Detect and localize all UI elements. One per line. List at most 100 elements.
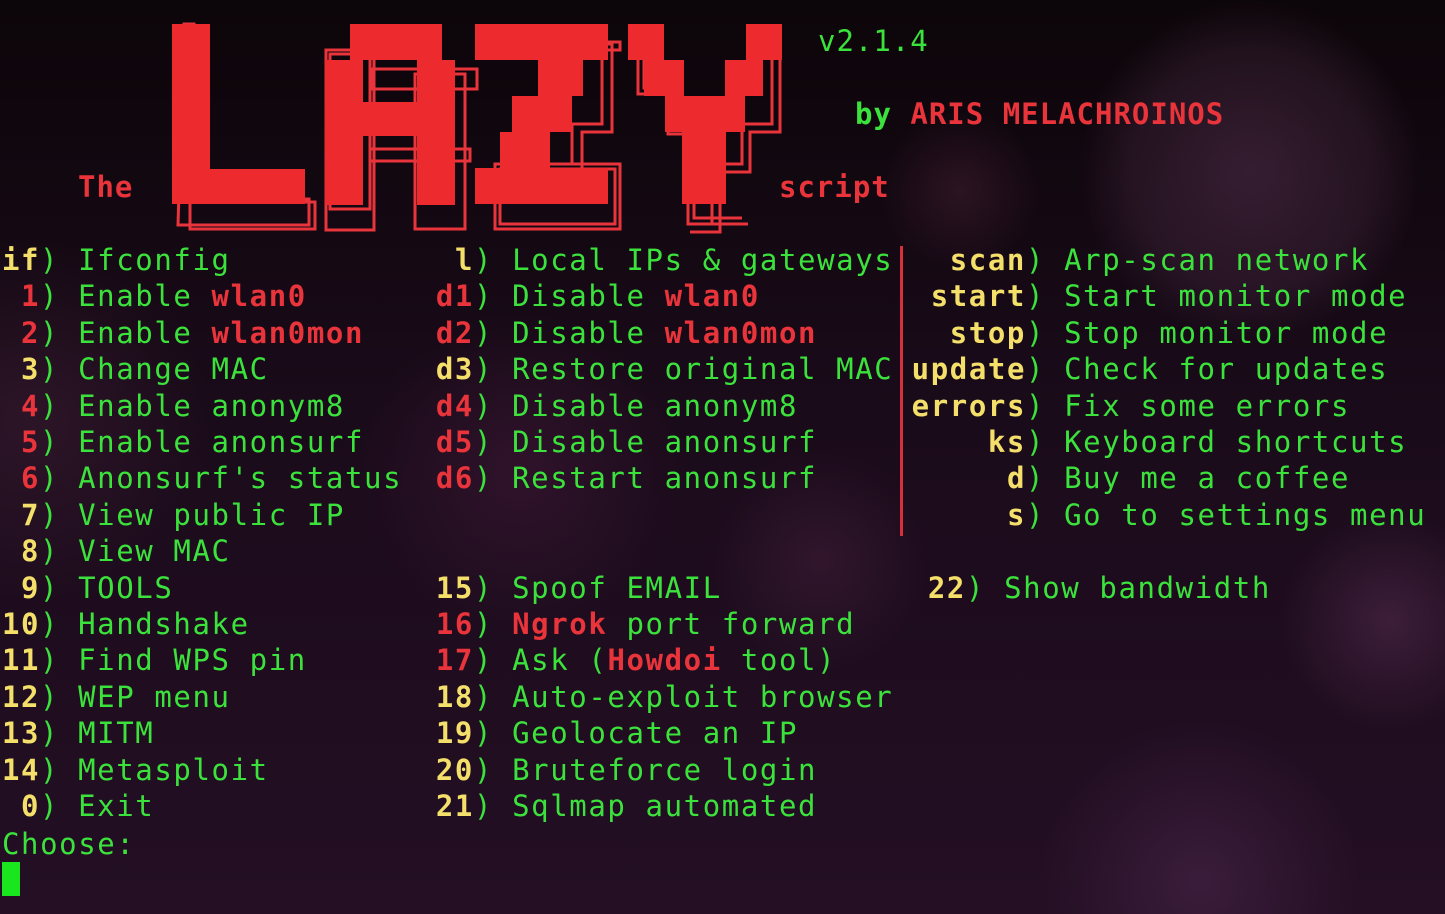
menu-option[interactable]: scan) Arp-scan network [910, 242, 1369, 278]
menu-option[interactable]: 3) Change MAC [2, 351, 269, 387]
option-label: port forward [607, 607, 856, 641]
option-label: Enable [78, 279, 212, 314]
option-key: ks [987, 425, 1026, 459]
option-paren: ) [1026, 497, 1065, 532]
option-label: Arp-scan network [1064, 243, 1370, 277]
menu-option[interactable]: 13) MITM [2, 715, 154, 751]
option-label: Anonsurf's status [78, 461, 403, 496]
menu-option[interactable]: 5) Enable anonsurf [2, 424, 364, 460]
option-paren: ) [474, 352, 513, 387]
menu-option[interactable]: 14) Metasploit [2, 752, 269, 788]
option-label: View public IP [78, 497, 345, 532]
menu-option[interactable]: 10) Handshake [2, 606, 250, 642]
menu-option[interactable]: 8) View MAC [2, 533, 231, 569]
option-label: Stop monitor mode [1064, 315, 1389, 350]
menu-option[interactable]: d3) Restore original MAC [418, 351, 893, 387]
option-key: errors [911, 388, 1026, 423]
option-label: Change MAC [78, 352, 269, 387]
option-paren: ) [474, 570, 513, 605]
option-key: scan [949, 243, 1026, 277]
option-paren: ) [40, 534, 79, 569]
menu-option[interactable]: 18) Auto-exploit browser [418, 679, 893, 715]
option-paren: ) [40, 570, 79, 605]
menu-option[interactable]: errors) Fix some errors [910, 388, 1350, 424]
menu-option[interactable]: ks) Keyboard shortcuts [910, 424, 1407, 460]
option-highlight: Ngrok [512, 607, 608, 641]
option-paren: ) [40, 716, 79, 751]
option-label: Exit [78, 789, 155, 823]
menu-option[interactable]: 7) View public IP [2, 497, 345, 533]
menu-option[interactable]: 22) Show bandwidth [910, 570, 1271, 606]
menu-option[interactable]: if) Ifconfig [2, 242, 231, 278]
option-paren: ) [1026, 461, 1065, 496]
option-highlight: wlan0 [664, 279, 760, 314]
option-label: Go to settings menu [1064, 497, 1427, 532]
menu-option[interactable]: 9) TOOLS [2, 570, 173, 606]
option-label: Disable [512, 315, 665, 350]
option-label: Restart anonsurf [512, 461, 818, 496]
menu-option[interactable]: d4) Disable anonym8 [418, 388, 798, 424]
menu-option[interactable]: update) Check for updates [910, 351, 1388, 387]
menu-option[interactable]: 11) Find WPS pin [2, 642, 307, 678]
menu-option[interactable]: 0) Exit [2, 788, 154, 824]
option-label: Enable anonsurf [78, 425, 365, 459]
option-label: Spoof EMAIL [512, 570, 722, 605]
option-key: l [454, 243, 474, 277]
option-paren: ) [474, 243, 513, 277]
menu-option[interactable]: 19) Geolocate an IP [418, 715, 798, 751]
option-key: 7 [20, 497, 40, 532]
option-label: Show bandwidth [1004, 570, 1271, 605]
option-key: 19 [435, 716, 474, 751]
menu-option[interactable]: 2) Enable wlan0mon [2, 315, 364, 351]
option-key: 21 [435, 789, 474, 823]
menu-option[interactable]: 4) Enable anonym8 [2, 388, 345, 424]
menu-option[interactable]: stop) Stop monitor mode [910, 315, 1388, 351]
option-paren: ) [40, 497, 79, 532]
option-paren: ) [474, 279, 513, 314]
menu-option[interactable]: d2) Disable wlan0mon [418, 315, 817, 351]
menu-option[interactable]: start) Start monitor mode [910, 278, 1407, 314]
author-line: by ARIS MELACHROINOS [855, 97, 1224, 131]
option-label: MITM [78, 716, 155, 751]
option-paren: ) [40, 643, 79, 678]
menu-option[interactable]: d1) Disable wlan0 [418, 278, 760, 314]
menu-option[interactable]: d) Buy me a coffee [910, 460, 1350, 496]
option-key: 18 [435, 679, 474, 714]
option-key: d4 [435, 388, 474, 423]
option-paren: ) [1026, 243, 1065, 277]
option-highlight: Howdoi [607, 643, 722, 678]
option-label: Disable [512, 279, 665, 314]
option-paren: ) [474, 643, 513, 678]
menu-option[interactable]: 20) Bruteforce login [418, 752, 817, 788]
option-key: start [930, 279, 1026, 314]
menu-option[interactable]: d5) Disable anonsurf [418, 424, 817, 460]
menu-option[interactable]: l) Local IPs & gateways [418, 242, 893, 278]
menu-option[interactable]: s) Go to settings menu [910, 497, 1426, 533]
menu-option[interactable]: 6) Anonsurf's status [2, 460, 402, 496]
column-separator [900, 246, 903, 536]
option-key: 15 [435, 570, 474, 605]
menu-option[interactable]: 1) Enable wlan0 [2, 278, 307, 314]
option-paren: ) [474, 461, 513, 496]
menu-option[interactable]: 21) Sqlmap automated [418, 788, 817, 824]
option-key: 4 [20, 388, 40, 423]
option-label: Start monitor mode [1064, 279, 1408, 314]
option-key: 1 [20, 279, 40, 314]
menu-option[interactable]: d6) Restart anonsurf [418, 460, 817, 496]
menu-option[interactable]: 15) Spoof EMAIL [418, 570, 722, 606]
option-label: Ask ( [512, 643, 608, 678]
input-cursor[interactable] [2, 862, 20, 896]
option-paren: ) [474, 752, 513, 787]
option-label: Handshake [78, 607, 250, 641]
option-highlight: wlan0mon [211, 315, 365, 350]
option-key: d3 [435, 352, 474, 387]
menu-option[interactable]: 16) Ngrok port forward [418, 606, 855, 642]
option-label: Local IPs & gateways [512, 243, 894, 277]
menu-option[interactable]: 12) WEP menu [2, 679, 231, 715]
menu-option[interactable]: 17) Ask (Howdoi tool) [418, 642, 836, 678]
option-paren: ) [474, 789, 513, 823]
option-label: Disable anonym8 [512, 388, 799, 423]
author-by: by [855, 97, 892, 131]
option-key: 12 [2, 679, 41, 714]
option-key: 8 [20, 534, 40, 569]
